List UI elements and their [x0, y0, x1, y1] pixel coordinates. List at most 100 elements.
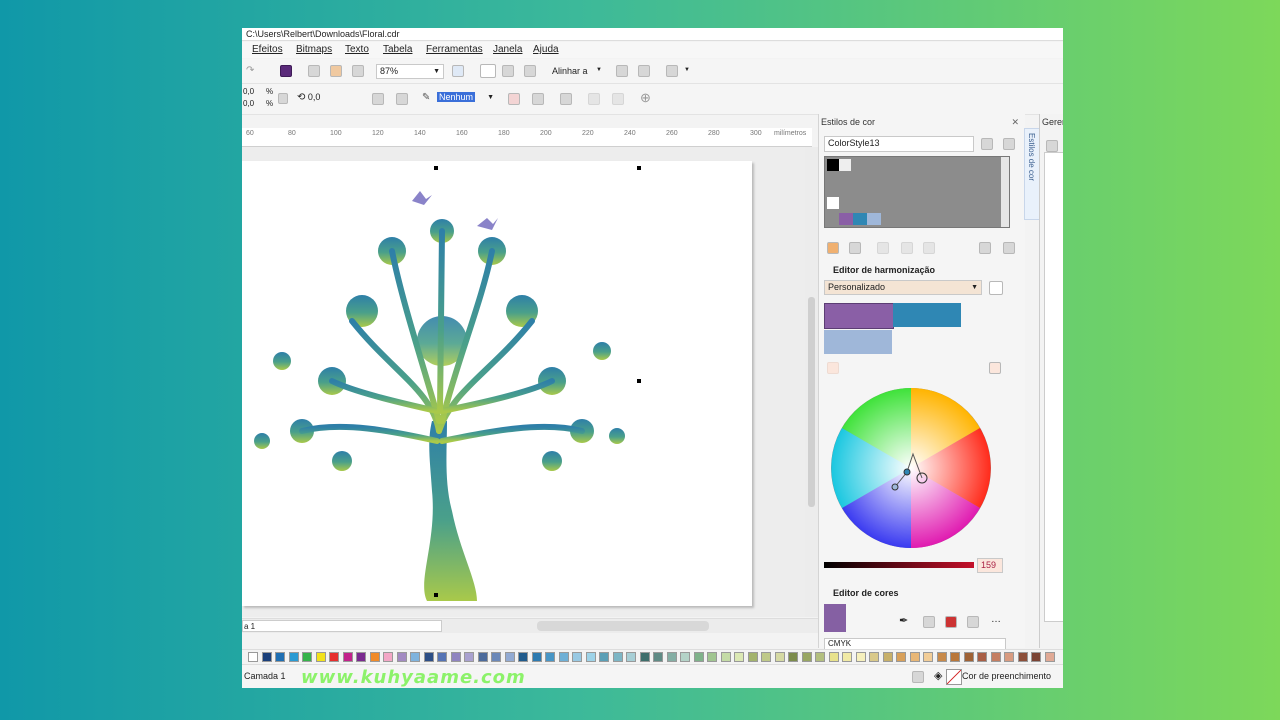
- menu-janela[interactable]: Janela: [493, 44, 522, 55]
- palette-swatch[interactable]: [990, 652, 1001, 662]
- palette-swatch[interactable]: [396, 652, 407, 662]
- palette-swatch[interactable]: [329, 652, 339, 662]
- drawing-canvas[interactable]: [242, 147, 805, 617]
- value-slider[interactable]: [824, 562, 974, 568]
- palette-swatch[interactable]: [437, 652, 447, 662]
- menu-ajuda[interactable]: Ajuda: [533, 44, 559, 55]
- drawing-page[interactable]: [242, 161, 752, 606]
- tree-artwork[interactable]: [242, 161, 752, 606]
- palette-swatch[interactable]: [869, 652, 879, 662]
- value-field[interactable]: 159: [977, 558, 1003, 573]
- harmony-swatch-blue[interactable]: [893, 303, 961, 327]
- menu-efeitos[interactable]: Efeitos: [252, 44, 283, 55]
- palette-swatch[interactable]: [599, 652, 609, 662]
- menu-bitmaps[interactable]: Bitmaps: [296, 44, 332, 55]
- transform-icon[interactable]: [849, 242, 861, 254]
- sample-icon[interactable]: [827, 362, 839, 374]
- mixers-icon[interactable]: [967, 616, 979, 628]
- palette-swatch[interactable]: [585, 652, 596, 662]
- horizontal-scroll-thumb[interactable]: [537, 621, 709, 631]
- palette-swatch[interactable]: [653, 652, 663, 662]
- color-styles-list[interactable]: [824, 156, 1010, 228]
- palette-swatch[interactable]: [666, 652, 677, 662]
- unlink-icon[interactable]: [901, 242, 913, 254]
- palette-swatch[interactable]: [518, 652, 528, 662]
- palette-swatch[interactable]: [572, 652, 582, 662]
- color-viewers-icon[interactable]: [923, 616, 935, 628]
- style-name-field[interactable]: ColorStyle13: [824, 136, 974, 152]
- publish-icon[interactable]: [352, 65, 364, 77]
- palette-swatch[interactable]: [788, 652, 798, 662]
- vertical-scrollbar[interactable]: [805, 147, 818, 617]
- style-swatch-white[interactable]: [839, 159, 851, 171]
- palette-swatch[interactable]: [639, 652, 650, 662]
- palette-swatch[interactable]: [909, 652, 920, 662]
- end-arrow-icon[interactable]: [532, 93, 544, 105]
- palette-swatch[interactable]: [774, 652, 785, 662]
- wrap-text-icon[interactable]: [560, 93, 572, 105]
- palette-swatch[interactable]: [761, 652, 771, 662]
- object-manager-list[interactable]: [1044, 152, 1063, 622]
- full-screen-icon[interactable]: [452, 65, 464, 77]
- color-wheel[interactable]: [827, 384, 995, 552]
- palette-swatch[interactable]: [842, 652, 852, 662]
- trash-icon[interactable]: [1003, 242, 1015, 254]
- style-swatch-lightblue[interactable]: [867, 213, 881, 225]
- palette-swatch[interactable]: [504, 652, 515, 662]
- palette-swatch[interactable]: [612, 652, 623, 662]
- palette-swatch[interactable]: [315, 652, 326, 662]
- palette-swatch[interactable]: [369, 652, 380, 662]
- rotation-field[interactable]: ⟲ 0,0: [294, 91, 350, 106]
- palette-swatch[interactable]: [828, 652, 839, 662]
- palette-swatch[interactable]: [693, 652, 704, 662]
- palette-swatch[interactable]: [410, 652, 420, 662]
- palette-swatch[interactable]: [288, 652, 299, 662]
- palette-swatch[interactable]: [558, 652, 569, 662]
- import-icon[interactable]: [308, 65, 320, 77]
- convert-icon[interactable]: [923, 242, 935, 254]
- palette-swatch[interactable]: [1031, 652, 1041, 662]
- style-swatch-purple[interactable]: [839, 213, 853, 225]
- style-swatch-blue[interactable]: [853, 213, 867, 225]
- mirror-vertical-icon[interactable]: [396, 93, 408, 105]
- color-styles-side-tab[interactable]: Estilos de cor: [1024, 128, 1040, 220]
- color-picker-icon[interactable]: [989, 362, 1001, 374]
- menu-tabela[interactable]: Tabela: [383, 44, 412, 55]
- start-arrow-icon[interactable]: [508, 93, 520, 105]
- harmony-swatch-lightblue[interactable]: [824, 330, 892, 354]
- harmony-rule-select[interactable]: Personalizado ▼: [824, 280, 982, 295]
- styles-scrollbar[interactable]: [1001, 157, 1009, 227]
- palette-swatch[interactable]: [248, 652, 258, 662]
- new-style-icon[interactable]: [981, 138, 993, 150]
- harmony-options-icon[interactable]: [989, 281, 1003, 295]
- guidelines-icon[interactable]: [524, 65, 536, 77]
- palette-swatch[interactable]: [1044, 652, 1055, 662]
- color-palette[interactable]: [242, 649, 1063, 664]
- export-styles-icon[interactable]: [979, 242, 991, 254]
- harmony-swatch-purple[interactable]: [824, 303, 894, 329]
- color-palettes-icon[interactable]: [945, 616, 957, 628]
- palette-swatch[interactable]: [383, 652, 393, 662]
- style-swatch-white[interactable]: [827, 197, 839, 209]
- palette-swatch[interactable]: [815, 652, 825, 662]
- palette-swatch[interactable]: [626, 652, 636, 662]
- menu-ferramentas[interactable]: Ferramentas: [426, 44, 483, 55]
- size-y-value[interactable]: 0,0: [243, 99, 254, 108]
- vertical-scroll-thumb[interactable]: [808, 297, 815, 507]
- layer-icon[interactable]: [1046, 140, 1058, 152]
- to-back-icon[interactable]: [612, 93, 624, 105]
- palette-swatch[interactable]: [1004, 652, 1014, 662]
- size-x-value[interactable]: 0,0: [243, 87, 254, 96]
- palette-swatch[interactable]: [464, 652, 474, 662]
- palette-swatch[interactable]: [275, 652, 285, 662]
- mirror-horizontal-icon[interactable]: [372, 93, 384, 105]
- corel-connect-icon[interactable]: [280, 65, 292, 77]
- export-icon[interactable]: [330, 65, 342, 77]
- close-icon[interactable]: ✕: [1011, 117, 1019, 128]
- style-swatch-black[interactable]: [827, 159, 839, 171]
- palette-swatch[interactable]: [531, 652, 542, 662]
- palette-swatch[interactable]: [882, 652, 893, 662]
- options-icon[interactable]: [638, 65, 650, 77]
- page-tab[interactable]: a 1: [242, 620, 442, 632]
- snap-dropdown-icon[interactable]: ▼: [596, 67, 602, 73]
